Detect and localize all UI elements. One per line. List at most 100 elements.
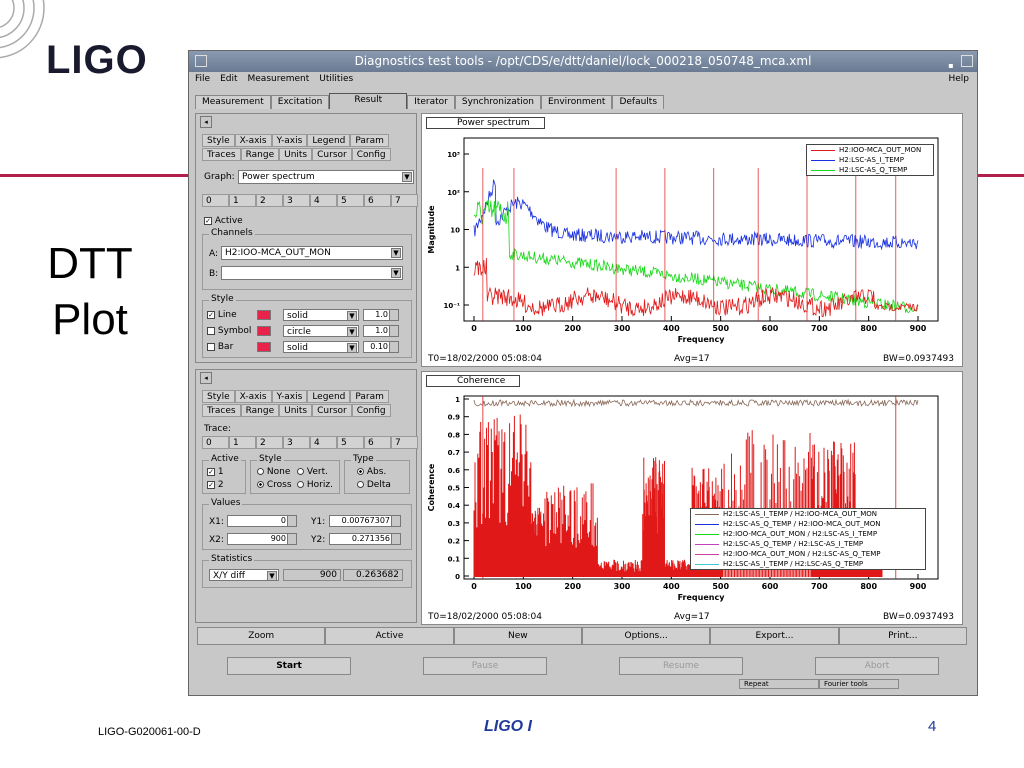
trace-tab-3[interactable]: 3 bbox=[283, 436, 310, 449]
trace-tab-6[interactable]: 6 bbox=[364, 194, 391, 207]
menu-edit[interactable]: Edit bbox=[220, 72, 237, 86]
options-tab-legend[interactable]: Legend bbox=[307, 390, 351, 403]
bar-style-select[interactable]: solid ▼ bbox=[283, 341, 359, 353]
type-delta-radio[interactable]: Delta bbox=[357, 480, 391, 490]
style-none-radio[interactable]: None bbox=[257, 467, 290, 477]
pause-button[interactable]: Pause bbox=[423, 657, 547, 675]
symbol-color-swatch[interactable] bbox=[257, 326, 271, 336]
trace-tab-4[interactable]: 4 bbox=[310, 194, 337, 207]
type-abs-radio[interactable]: Abs. bbox=[357, 467, 386, 477]
options-tab-x-axis[interactable]: X-axis bbox=[234, 134, 272, 147]
trace-tab-7[interactable]: 7 bbox=[391, 194, 418, 207]
style-horiz-radio[interactable]: Horiz. bbox=[297, 480, 333, 490]
tab-defaults[interactable]: Defaults bbox=[612, 95, 665, 109]
tab-synchronization[interactable]: Synchronization bbox=[454, 95, 541, 109]
tab-iterator[interactable]: Iterator bbox=[407, 95, 455, 109]
plot-legend[interactable]: H2:IOO-MCA_OUT_MON H2:LSC-AS_I_TEMP H2:LSC… bbox=[806, 144, 934, 176]
options-tab-range[interactable]: Range bbox=[240, 148, 280, 161]
options-tab-y-axis[interactable]: Y-axis bbox=[271, 134, 308, 147]
export-button[interactable]: Export... bbox=[710, 627, 839, 645]
tab-result[interactable]: Result bbox=[329, 93, 408, 109]
options-tab-cursor[interactable]: Cursor bbox=[312, 148, 352, 161]
options-tab-traces[interactable]: Traces bbox=[202, 148, 241, 161]
line-color-swatch[interactable] bbox=[257, 310, 271, 320]
tab-measurement[interactable]: Measurement bbox=[195, 95, 271, 109]
trace-tab-5[interactable]: 5 bbox=[337, 194, 364, 207]
trace-tab-4[interactable]: 4 bbox=[310, 436, 337, 449]
start-button[interactable]: Start bbox=[227, 657, 351, 675]
trace-tab-7[interactable]: 7 bbox=[391, 436, 418, 449]
symbol-size-spinner[interactable]: 1.0 bbox=[363, 325, 399, 337]
menu-help[interactable]: Help bbox=[948, 72, 969, 86]
window-titlebar[interactable]: Diagnostics test tools - /opt/CDS/e/dtt/… bbox=[189, 51, 977, 72]
maximize-icon[interactable] bbox=[961, 55, 973, 67]
trace-tab-5[interactable]: 5 bbox=[337, 436, 364, 449]
minimize-icon[interactable]: ▪ bbox=[945, 55, 957, 70]
x2-spinner[interactable]: 900 bbox=[227, 533, 297, 545]
symbol-checkbox[interactable]: Symbol bbox=[207, 326, 251, 336]
trace-tab-0[interactable]: 0 bbox=[202, 194, 229, 207]
trace-tab-6[interactable]: 6 bbox=[364, 436, 391, 449]
symbol-style-select[interactable]: circle ▼ bbox=[283, 325, 359, 337]
channel-b-select[interactable]: ▼ bbox=[221, 266, 403, 280]
menu-file[interactable]: File bbox=[195, 72, 210, 86]
window-menu-icon[interactable] bbox=[195, 55, 207, 67]
trace-tab-1[interactable]: 1 bbox=[229, 436, 256, 449]
new-button[interactable]: New bbox=[453, 627, 582, 645]
bar-color-swatch[interactable] bbox=[257, 342, 271, 352]
options-tab-traces[interactable]: Traces bbox=[202, 404, 241, 417]
scroll-left-button[interactable]: ◂ bbox=[200, 372, 212, 384]
style-vert-radio[interactable]: Vert. bbox=[297, 467, 328, 477]
abort-button[interactable]: Abort bbox=[815, 657, 939, 675]
active-2-checkbox[interactable]: ✓ 2 bbox=[207, 480, 224, 490]
trace-tab-2[interactable]: 2 bbox=[256, 436, 283, 449]
scroll-left-button[interactable]: ◂ bbox=[200, 116, 212, 128]
style-cross-radio[interactable]: Cross bbox=[257, 480, 292, 490]
y1-spinner[interactable]: 0.00767307 bbox=[329, 515, 401, 527]
print-button[interactable]: Print... bbox=[838, 627, 967, 645]
options-tab-style[interactable]: Style bbox=[202, 390, 235, 403]
active-button[interactable]: Active bbox=[325, 627, 454, 645]
trace-tab-1[interactable]: 1 bbox=[229, 194, 256, 207]
power-spectrum-plot-pane[interactable]: Power spectrum 0 100 200 300 400 500 600 700 800… bbox=[421, 113, 963, 367]
options-tab-param[interactable]: Param bbox=[350, 134, 389, 147]
trace-tab-3[interactable]: 3 bbox=[283, 194, 310, 207]
statistics-select[interactable]: X/Y diff ▼ bbox=[209, 569, 279, 581]
options-tab-style[interactable]: Style bbox=[202, 134, 235, 147]
line-width-spinner[interactable]: 1.0 bbox=[363, 309, 399, 321]
options-tab-units[interactable]: Units bbox=[279, 404, 313, 417]
y-tick-label: 0.3 bbox=[448, 520, 461, 528]
x1-spinner[interactable]: 0 bbox=[227, 515, 297, 527]
trace-tab-2[interactable]: 2 bbox=[256, 194, 283, 207]
options-tab-cursor[interactable]: Cursor bbox=[312, 404, 352, 417]
menu-measurement[interactable]: Measurement bbox=[248, 72, 310, 86]
plot-legend[interactable]: H2:LSC-AS_I_TEMP / H2:IOO-MCA_OUT_MON H2:… bbox=[690, 508, 926, 570]
options-tab-x-axis[interactable]: X-axis bbox=[234, 390, 272, 403]
options-tab-units[interactable]: Units bbox=[279, 148, 313, 161]
options-tab-y-axis[interactable]: Y-axis bbox=[271, 390, 308, 403]
options-tab-config[interactable]: Config bbox=[351, 148, 391, 161]
graph-select[interactable]: Power spectrum ▼ bbox=[238, 170, 414, 184]
options-tab-param[interactable]: Param bbox=[350, 390, 389, 403]
trace-tab-0[interactable]: 0 bbox=[202, 436, 229, 449]
bar-checkbox[interactable]: Bar bbox=[207, 342, 233, 352]
options-button[interactable]: Options... bbox=[581, 627, 711, 645]
options-tab-legend[interactable]: Legend bbox=[307, 134, 351, 147]
options-tab-config[interactable]: Config bbox=[351, 404, 391, 417]
coherence-plot-pane[interactable]: Coherence 0 100 200 300 400 500 600 700 800 900 1 0… bbox=[421, 371, 963, 625]
menu-utilities[interactable]: Utilities bbox=[319, 72, 353, 86]
tab-excitation[interactable]: Excitation bbox=[270, 95, 330, 109]
active-checkbox[interactable]: ✓ Active bbox=[204, 216, 243, 226]
y2-spinner[interactable]: 0.271356 bbox=[329, 533, 401, 545]
bar-width-spinner[interactable]: 0.10 bbox=[363, 341, 399, 353]
x-tick-label: 100 bbox=[515, 324, 532, 333]
tab-environment[interactable]: Environment bbox=[540, 95, 613, 109]
line-style-select[interactable]: solid ▼ bbox=[283, 309, 359, 321]
coherence-plot[interactable]: 0 100 200 300 400 500 600 700 800 900 1 0.9 0.8 0.7 0.… bbox=[422, 386, 962, 616]
line-checkbox[interactable]: ✓ Line bbox=[207, 310, 237, 320]
active-1-checkbox[interactable]: ✓ 1 bbox=[207, 467, 224, 477]
zoom-button[interactable]: Zoom bbox=[197, 627, 326, 645]
options-tab-range[interactable]: Range bbox=[240, 404, 280, 417]
resume-button[interactable]: Resume bbox=[619, 657, 743, 675]
channel-a-select[interactable]: H2:IOO-MCA_OUT_MON ▼ bbox=[221, 246, 403, 260]
